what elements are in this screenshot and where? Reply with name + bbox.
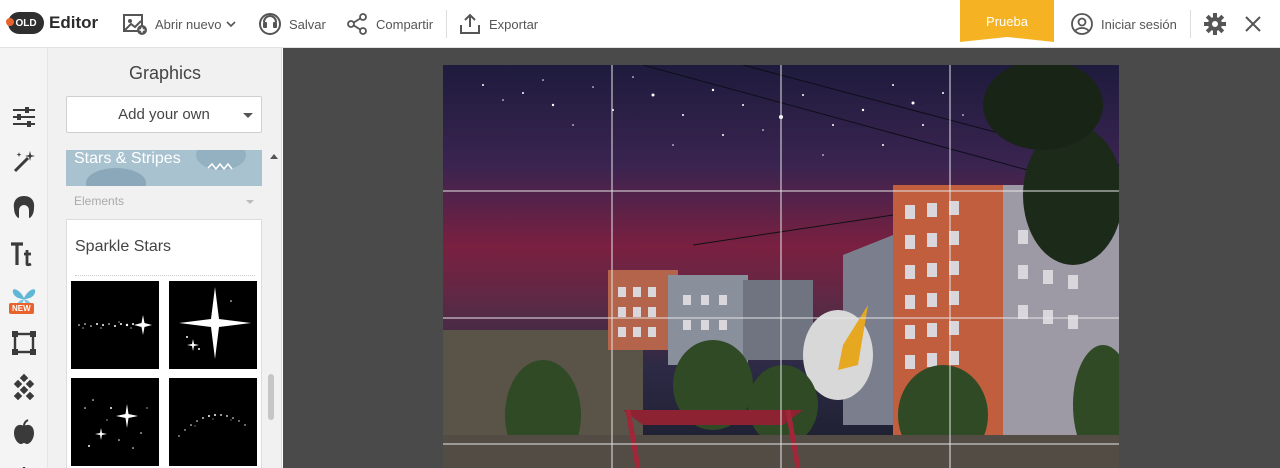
rail-more[interactable]: [8, 456, 40, 468]
export-label: Exportar: [489, 16, 539, 32]
tool-rail: NEW: [0, 48, 48, 468]
sparkle-arc-icon: [178, 414, 246, 437]
caret-down-icon: [243, 113, 253, 118]
sliders-icon: [13, 107, 35, 127]
user-icon: [1071, 13, 1093, 35]
collection-title: Stars & Stripes: [74, 150, 181, 167]
photo-canvas[interactable]: [443, 65, 1119, 468]
gear-icon[interactable]: [1203, 12, 1227, 36]
save-button[interactable]: Salvar: [258, 11, 326, 37]
rail-effects[interactable]: [8, 146, 40, 178]
add-your-own-dropdown[interactable]: Add your own: [66, 96, 262, 133]
editor-app: OLD Editor Abrir nuevo Salvar Compartir …: [0, 0, 1280, 468]
rail-seasonal[interactable]: [8, 416, 40, 448]
scroll-up-arrow-icon[interactable]: [270, 154, 278, 159]
graphic-thumbnail[interactable]: [169, 378, 257, 466]
rail-textures[interactable]: [8, 371, 40, 403]
text-icon: [11, 242, 32, 267]
scattered-sparkles-icon: [84, 399, 148, 449]
face-icon: [13, 196, 35, 218]
rail-touch-up[interactable]: [8, 191, 40, 223]
app-logo[interactable]: OLD Editor: [6, 12, 99, 34]
frame-icon: [12, 331, 36, 355]
add-your-own-label: Add your own: [118, 106, 210, 123]
share-label: Compartir: [376, 16, 434, 32]
section-title: Sparkle Stars: [75, 238, 172, 255]
texture-icon: [13, 373, 35, 401]
category-select[interactable]: Elements: [74, 194, 124, 208]
share-icon: [347, 13, 367, 35]
save-label: Salvar: [289, 16, 326, 32]
sparkle-line-icon: [78, 315, 152, 335]
toolbar-divider: [446, 10, 447, 38]
big-sparkle-icon: [179, 287, 251, 359]
photo-image: [443, 65, 1119, 468]
new-badge: NEW: [9, 303, 34, 314]
panel-scrollbar[interactable]: [268, 374, 274, 420]
collection-banner[interactable]: Stars & Stripes: [66, 150, 262, 186]
chevron-down-icon: [226, 21, 237, 28]
apple-icon: [14, 419, 34, 444]
graphic-thumbnail[interactable]: [169, 281, 257, 369]
rail-text[interactable]: [8, 238, 40, 270]
graphic-thumbnail[interactable]: [71, 378, 159, 466]
logo-text: Editor: [49, 13, 99, 32]
sign-in-label: Iniciar sesión: [1101, 16, 1177, 32]
sparkle-stars-card: Sparkle Stars: [66, 219, 262, 468]
close-icon[interactable]: [1243, 14, 1263, 34]
banner-decoration: [86, 168, 146, 186]
graphics-panel: Graphics Add your own Stars & Stripes El…: [48, 48, 282, 468]
caret-down-icon: [246, 200, 254, 204]
section-divider: [75, 275, 255, 276]
trial-button[interactable]: Prueba: [960, 0, 1054, 42]
panel-title: Graphics: [128, 63, 202, 83]
export-icon: [460, 13, 480, 34]
open-new-button[interactable]: Abrir nuevo: [122, 11, 237, 37]
rail-frames[interactable]: [8, 327, 40, 359]
save-icon: [259, 13, 281, 35]
export-button[interactable]: Exportar: [458, 11, 538, 37]
logo-badge: OLD: [6, 12, 44, 34]
graphic-thumbnail[interactable]: [71, 281, 159, 369]
image-add-icon: [123, 14, 147, 35]
open-new-label: Abrir nuevo: [155, 16, 222, 32]
toolbar-divider: [1190, 10, 1191, 38]
share-button[interactable]: Compartir: [345, 11, 433, 37]
sign-in-button[interactable]: Iniciar sesión: [1070, 11, 1177, 37]
top-toolbar: OLD Editor Abrir nuevo Salvar Compartir …: [0, 0, 1280, 48]
magic-wand-icon: [13, 151, 35, 173]
brush-stroke-icon: [207, 162, 233, 171]
rail-basic-edits[interactable]: [8, 101, 40, 133]
